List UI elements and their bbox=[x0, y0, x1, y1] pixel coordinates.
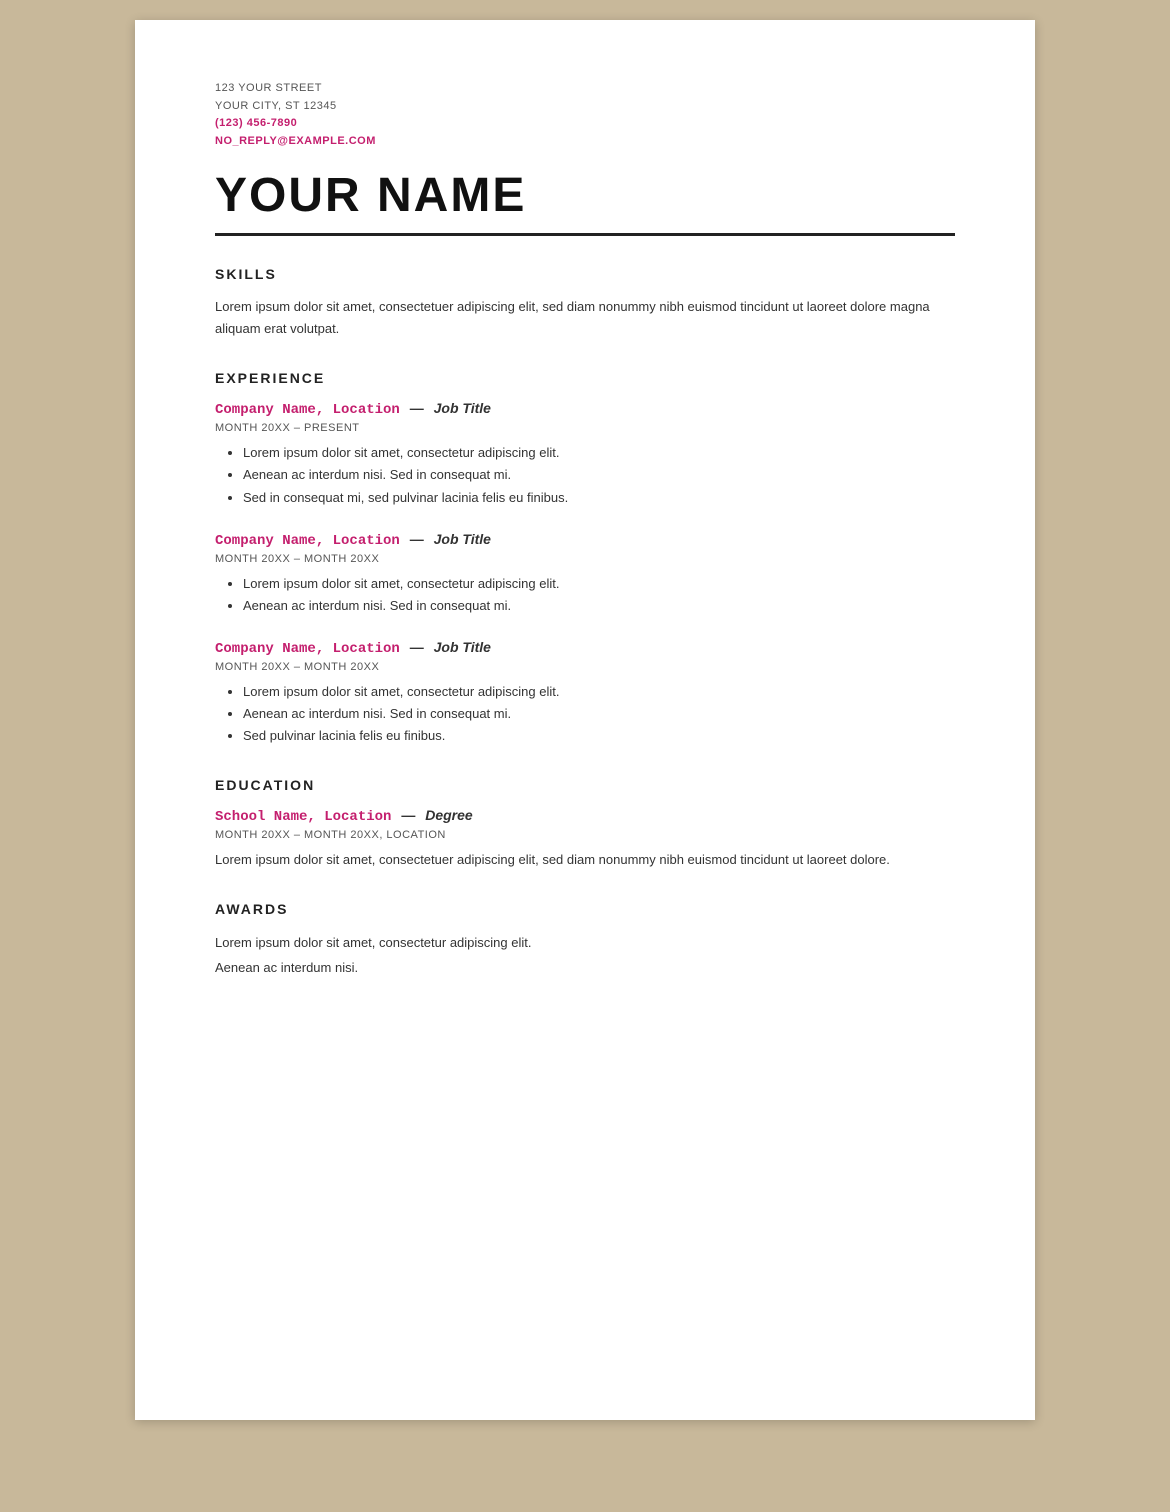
skills-title: SKILLS bbox=[215, 266, 955, 282]
resume-page: 123 YOUR STREET YOUR CITY, ST 12345 (123… bbox=[135, 20, 1035, 1420]
job-dates-3: MONTH 20XX – MONTH 20XX bbox=[215, 661, 955, 673]
experience-title: EXPERIENCE bbox=[215, 370, 955, 386]
awards-text: Lorem ipsum dolor sit amet, consectetur … bbox=[215, 931, 955, 980]
job-entry-1: Company Name, Location — Job Title MONTH… bbox=[215, 400, 955, 508]
edu-description-1: Lorem ipsum dolor sit amet, consectetuer… bbox=[215, 849, 955, 871]
job-header-1: Company Name, Location — Job Title bbox=[215, 400, 955, 418]
job-company-3: Company Name, Location bbox=[215, 641, 400, 657]
bullet-3-2: Aenean ac interdum nisi. Sed in consequa… bbox=[243, 703, 955, 725]
awards-section: AWARDS Lorem ipsum dolor sit amet, conse… bbox=[215, 901, 955, 980]
skills-text: Lorem ipsum dolor sit amet, consectetuer… bbox=[215, 296, 955, 340]
edu-header-1: School Name, Location — Degree bbox=[215, 807, 955, 825]
edu-degree-1: Degree bbox=[425, 807, 472, 823]
job-title-1: Job Title bbox=[434, 400, 491, 416]
job-bullets-2: Lorem ipsum dolor sit amet, consectetur … bbox=[215, 573, 955, 617]
awards-line-2: Aenean ac interdum nisi. bbox=[215, 956, 955, 981]
job-bullets-1: Lorem ipsum dolor sit amet, consectetur … bbox=[215, 442, 955, 508]
contact-email: NO_REPLY@EXAMPLE.COM bbox=[215, 133, 955, 151]
skills-section: SKILLS Lorem ipsum dolor sit amet, conse… bbox=[215, 266, 955, 340]
job-title-2: Job Title bbox=[434, 531, 491, 547]
contact-info: 123 YOUR STREET YOUR CITY, ST 12345 (123… bbox=[215, 80, 955, 150]
edu-dates-1: MONTH 20XX – MONTH 20XX, LOCATION bbox=[215, 829, 955, 841]
bullet-3-3: Sed pulvinar lacinia felis eu finibus. bbox=[243, 725, 955, 747]
contact-phone: (123) 456-7890 bbox=[215, 115, 955, 133]
bullet-1-1: Lorem ipsum dolor sit amet, consectetur … bbox=[243, 442, 955, 464]
bullet-3-1: Lorem ipsum dolor sit amet, consectetur … bbox=[243, 681, 955, 703]
job-header-3: Company Name, Location — Job Title bbox=[215, 639, 955, 657]
education-title: EDUCATION bbox=[215, 777, 955, 793]
bullet-1-3: Sed in consequat mi, sed pulvinar lacini… bbox=[243, 487, 955, 509]
job-dash-1: — bbox=[410, 400, 428, 416]
edu-entry-1: School Name, Location — Degree MONTH 20X… bbox=[215, 807, 955, 871]
contact-street: 123 YOUR STREET bbox=[215, 80, 955, 98]
job-header-2: Company Name, Location — Job Title bbox=[215, 531, 955, 549]
job-dates-2: MONTH 20XX – MONTH 20XX bbox=[215, 553, 955, 565]
bullet-1-2: Aenean ac interdum nisi. Sed in consequa… bbox=[243, 464, 955, 486]
job-company-2: Company Name, Location bbox=[215, 533, 400, 549]
experience-section: EXPERIENCE Company Name, Location — Job … bbox=[215, 370, 955, 747]
full-name: YOUR NAME bbox=[215, 170, 955, 223]
job-dates-1: MONTH 20XX – PRESENT bbox=[215, 422, 955, 434]
job-title-3: Job Title bbox=[434, 639, 491, 655]
job-company-1: Company Name, Location bbox=[215, 402, 400, 418]
bullet-2-2: Aenean ac interdum nisi. Sed in consequa… bbox=[243, 595, 955, 617]
contact-city: YOUR CITY, ST 12345 bbox=[215, 98, 955, 116]
job-entry-3: Company Name, Location — Job Title MONTH… bbox=[215, 639, 955, 747]
job-dash-2: — bbox=[410, 531, 428, 547]
awards-title: AWARDS bbox=[215, 901, 955, 917]
edu-school-1: School Name, Location bbox=[215, 809, 391, 825]
bullet-2-1: Lorem ipsum dolor sit amet, consectetur … bbox=[243, 573, 955, 595]
education-section: EDUCATION School Name, Location — Degree… bbox=[215, 777, 955, 871]
job-bullets-3: Lorem ipsum dolor sit amet, consectetur … bbox=[215, 681, 955, 747]
awards-line-1: Lorem ipsum dolor sit amet, consectetur … bbox=[215, 931, 955, 956]
job-dash-3: — bbox=[410, 639, 428, 655]
name-divider bbox=[215, 233, 955, 236]
job-entry-2: Company Name, Location — Job Title MONTH… bbox=[215, 531, 955, 617]
edu-dash-1: — bbox=[401, 807, 419, 823]
name-section: YOUR NAME bbox=[215, 170, 955, 223]
